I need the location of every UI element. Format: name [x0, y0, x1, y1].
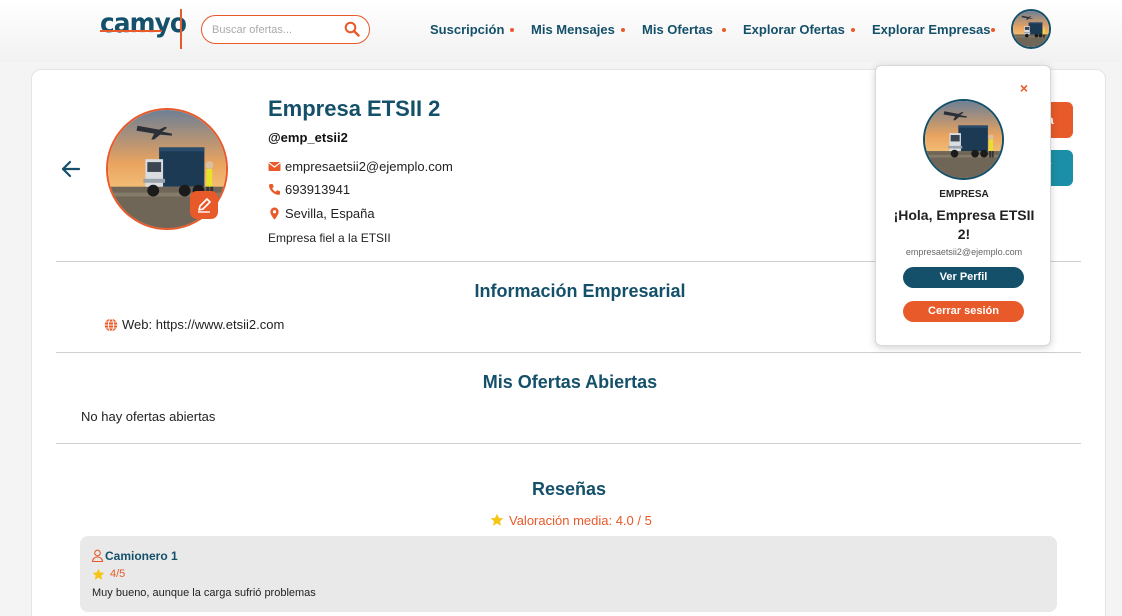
website-text: Web: https://www.etsii2.com: [122, 317, 285, 332]
user-greeting: ¡Hola, Empresa ETSII 2!: [893, 207, 1035, 242]
nav-separator: [851, 28, 855, 32]
avatar-image: [1013, 11, 1049, 47]
business-info-title: Información Empresarial: [474, 281, 686, 301]
user-email: empresaetsii2@ejemplo.com: [905, 247, 1023, 257]
nav-explorar-empresas[interactable]: Explorar Empresas: [872, 22, 991, 37]
reviews-title: Reseñas: [531, 479, 607, 499]
nav-separator: [621, 28, 625, 32]
mail-icon: [268, 162, 281, 171]
nav-suscripcion[interactable]: Suscripción: [430, 22, 504, 37]
star-icon: [92, 568, 105, 580]
nav-explorar-ofertas[interactable]: Explorar Ofertas: [743, 22, 845, 37]
user-icon: [91, 549, 104, 562]
user-role-label: EMPRESA: [939, 189, 989, 200]
phone-text: 693913941: [285, 182, 351, 197]
average-rating-text: Valoración media: 4.0 / 5: [509, 513, 652, 528]
section-divider: [56, 352, 1081, 353]
location-text: Sevilla, España: [285, 206, 375, 221]
location-pin-icon: [270, 207, 279, 220]
close-icon[interactable]: ×: [1017, 81, 1031, 95]
pencil-icon: [198, 198, 211, 213]
nav-separator: [722, 28, 726, 32]
user-menu-popup: × EMPRESA ¡Hola, Empresa ETSII 2! empres…: [875, 65, 1051, 346]
open-offers-title: Mis Ofertas Abiertas: [482, 372, 658, 392]
globe-icon: [104, 318, 118, 332]
logout-button[interactable]: Cerrar sesión: [903, 301, 1024, 322]
popup-avatar: [923, 99, 1004, 180]
popup-avatar-image: [925, 101, 1002, 178]
company-handle: @emp_etsii2: [268, 130, 348, 145]
email-text: empresaetsii2@ejemplo.com: [285, 159, 453, 174]
nav-separator: [510, 28, 514, 32]
review-author-name: Camionero 1: [105, 549, 178, 563]
empty-offers-message: No hay ofertas abiertas: [81, 409, 216, 424]
review-comment: Muy bueno, aunque la carga sufrió proble…: [92, 587, 316, 599]
company-name: Empresa ETSII 2: [268, 96, 441, 121]
arrow-left-icon[interactable]: [60, 158, 82, 180]
review-rating-text: 4/5: [110, 568, 126, 580]
view-profile-button[interactable]: Ver Perfil: [903, 267, 1024, 288]
review-card: Camionero 1 4/5 Muy bueno, aunque la car…: [80, 536, 1057, 612]
nav-mis-ofertas[interactable]: Mis Ofertas: [642, 22, 713, 37]
main-nav: Suscripción Mis Mensajes Mis Ofertas Exp…: [0, 22, 1000, 38]
nav-separator: [991, 28, 995, 32]
edit-photo-button[interactable]: [190, 191, 218, 219]
user-avatar-button[interactable]: [1011, 9, 1051, 49]
section-divider: [56, 443, 1081, 444]
company-description: Empresa fiel a la ETSII: [268, 231, 391, 245]
star-icon: [490, 513, 504, 526]
phone-icon: [268, 183, 280, 195]
nav-mis-mensajes[interactable]: Mis Mensajes: [531, 22, 615, 37]
top-navbar: camyo Suscripción Mis Mensajes Mis Ofert…: [0, 0, 1122, 62]
